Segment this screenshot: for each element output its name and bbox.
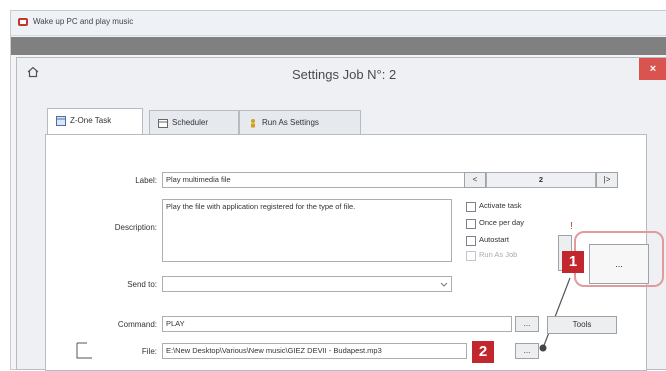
file-browse-button[interactable]: ... <box>515 343 539 359</box>
background-toolbar <box>11 37 666 55</box>
background-window-titlebar: Wake up PC and play music <box>11 11 666 36</box>
callout-badge-2: 2 <box>472 341 494 363</box>
app-icon <box>18 18 28 26</box>
command-caption: Command: <box>117 320 157 329</box>
tools-button[interactable]: Tools <box>547 316 617 334</box>
file-input[interactable]: E:\New Desktop\Various\New music\GIEZ DE… <box>162 343 467 359</box>
background-window-title: Wake up PC and play music <box>33 17 134 26</box>
settings-dialog: Settings Job N°: 2 × Z-One Task Schedule… <box>16 57 666 371</box>
file-caption: File: <box>141 347 157 356</box>
command-browse-button[interactable]: ... <box>515 316 539 332</box>
command-input[interactable]: PLAY <box>162 316 512 332</box>
